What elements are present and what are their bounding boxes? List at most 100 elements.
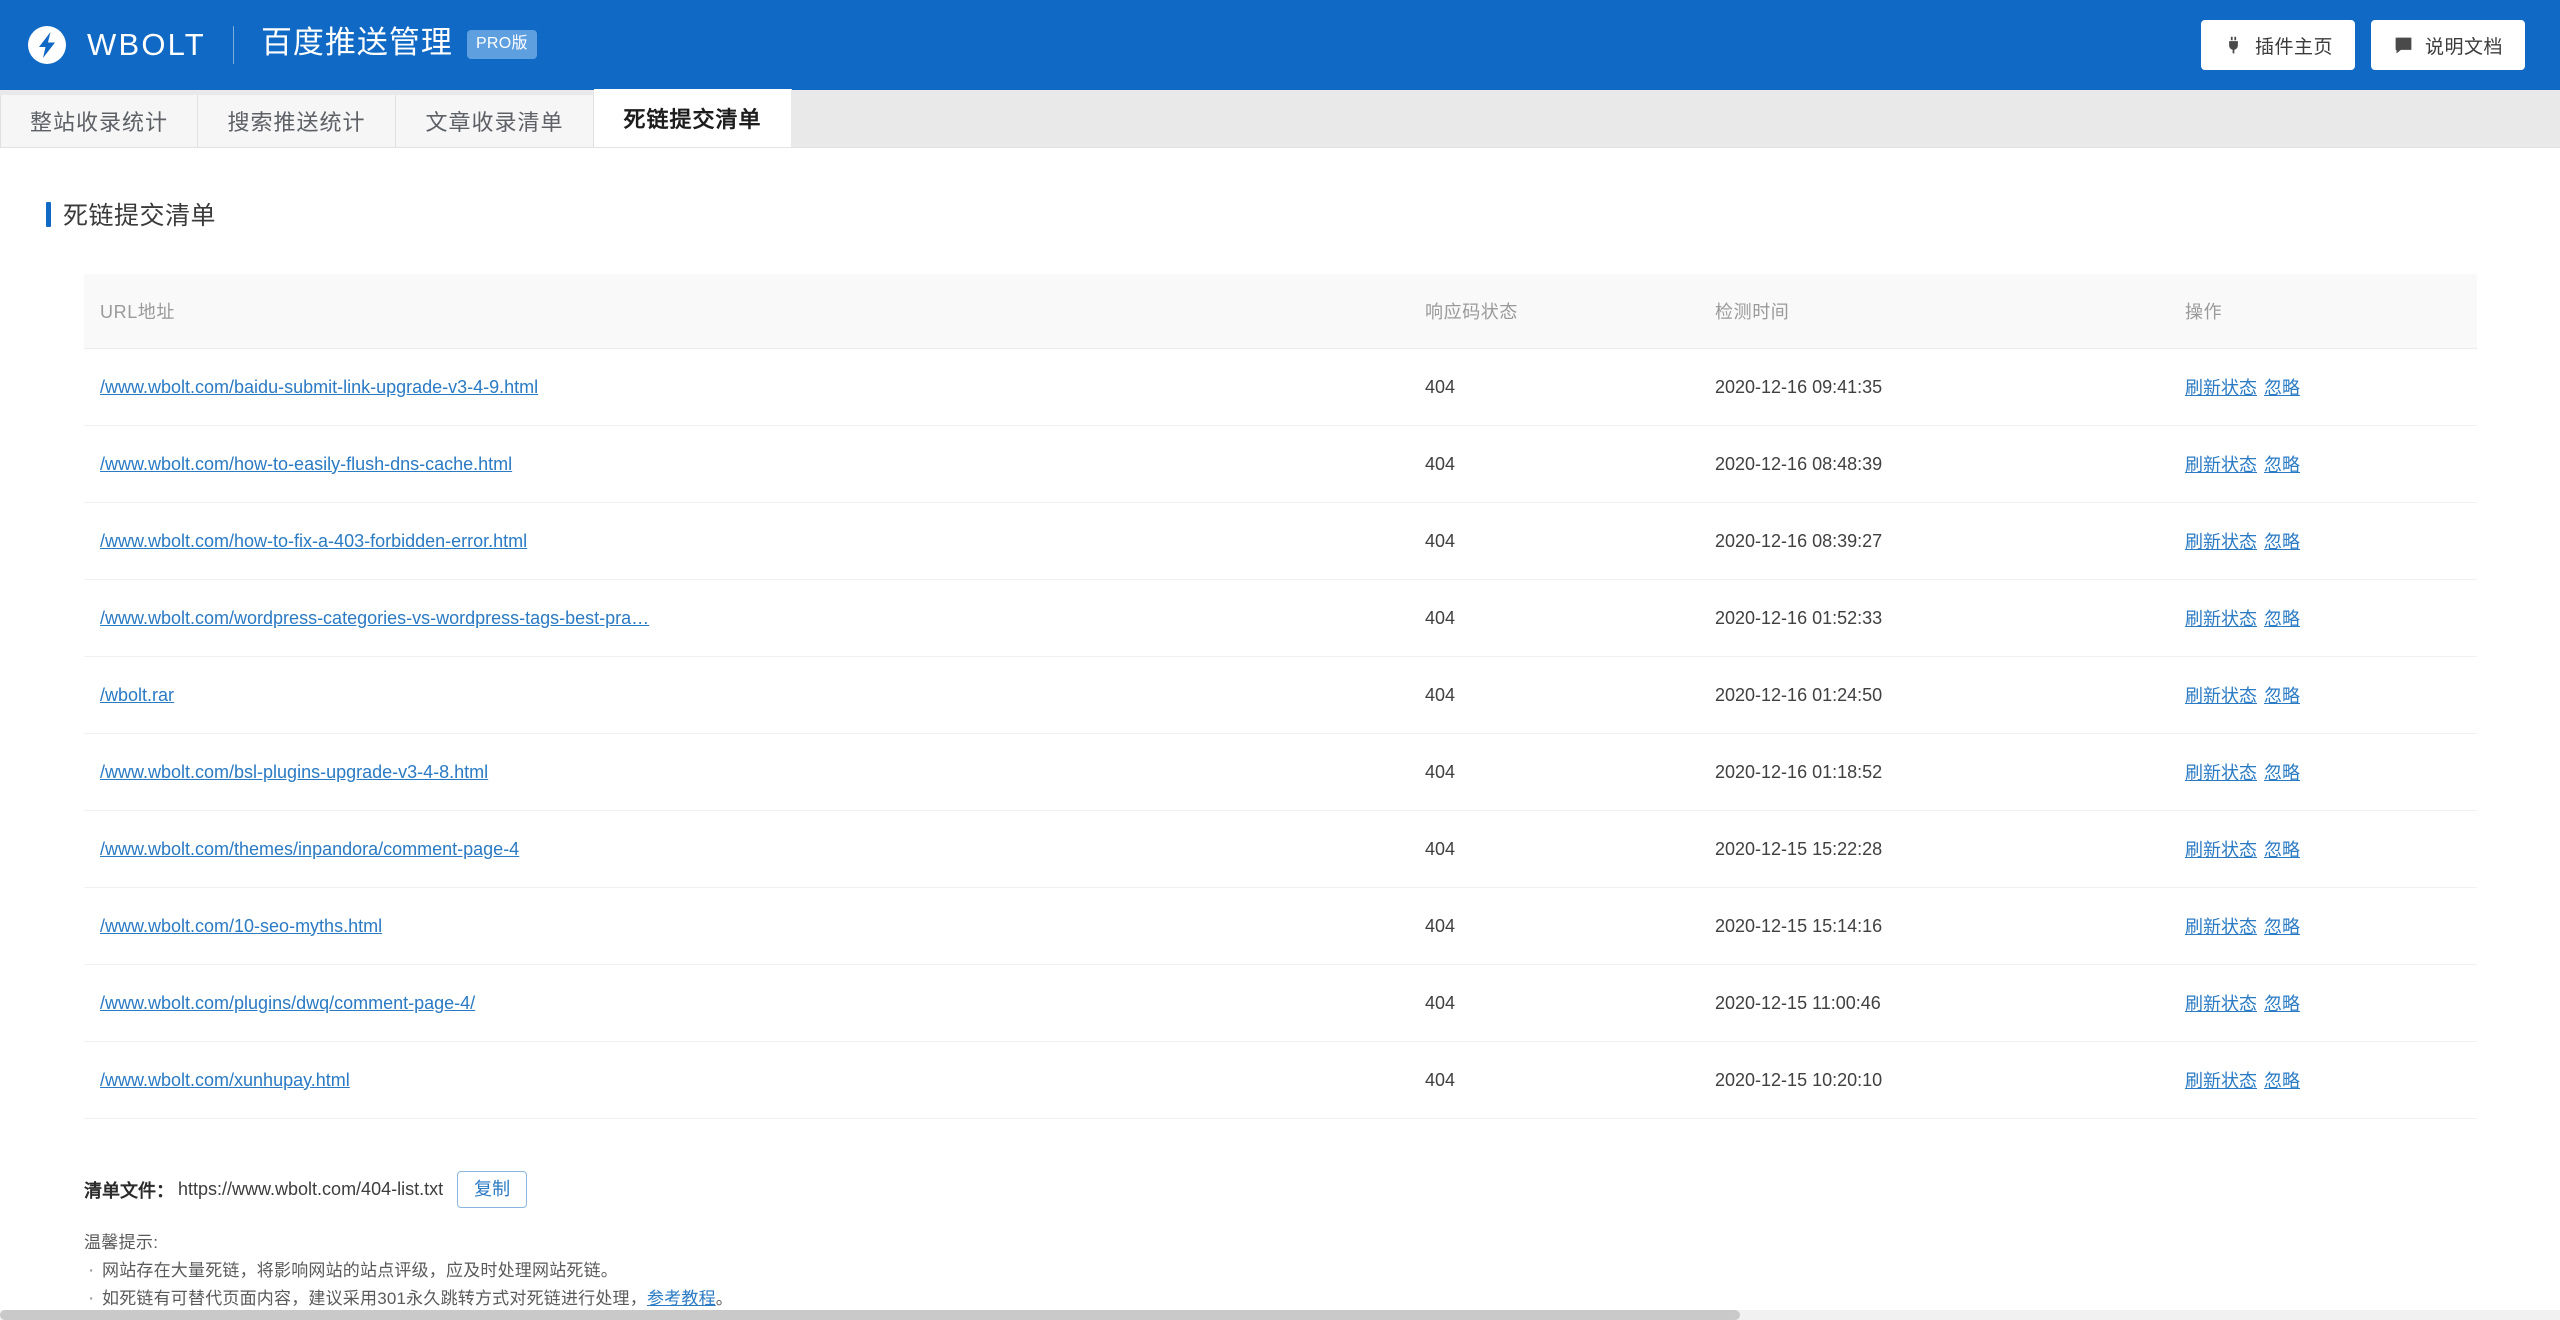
refresh-status-link[interactable]: 刷新状态 <box>2185 609 2257 629</box>
table-row: /www.wbolt.com/baidu-submit-link-upgrade… <box>84 348 2477 426</box>
scrollbar-thumb[interactable] <box>0 1310 1740 1320</box>
cell-status-code: 404 <box>1409 348 1699 426</box>
dead-links-table: URL地址 响应码状态 检测时间 操作 /www.wbolt.com/baidu… <box>84 274 2477 1119</box>
ignore-link[interactable]: 忽略 <box>2264 686 2300 706</box>
cell-url: /www.wbolt.com/wordpress-categories-vs-w… <box>84 579 1409 657</box>
url-link[interactable]: /www.wbolt.com/bsl-plugins-upgrade-v3-4-… <box>100 762 488 782</box>
table-container: URL地址 响应码状态 检测时间 操作 /www.wbolt.com/baidu… <box>0 232 2560 1119</box>
brand: WBOLT <box>24 22 206 68</box>
tab-label: 搜索推送统计 <box>227 110 366 135</box>
section-header: 死链提交清单 <box>0 148 2560 232</box>
refresh-status-link[interactable]: 刷新状态 <box>2185 532 2257 552</box>
document-icon <box>2395 37 2412 53</box>
refresh-status-link[interactable]: 刷新状态 <box>2185 686 2257 706</box>
cell-status-code: 404 <box>1409 887 1699 965</box>
cell-operations: 刷新状态 忽略 <box>2169 1041 2477 1119</box>
tab-label: 文章收录清单 <box>425 110 564 135</box>
tip-text: 如死链有可替代页面内容，建议采用301永久跳转方式对死链进行处理， <box>102 1288 647 1308</box>
url-link[interactable]: /www.wbolt.com/baidu-submit-link-upgrade… <box>100 377 538 397</box>
cell-operations: 刷新状态 忽略 <box>2169 810 2477 888</box>
cell-detect-time: 2020-12-15 10:20:10 <box>1699 1041 2169 1119</box>
cell-status-code: 404 <box>1409 656 1699 734</box>
cell-detect-time: 2020-12-16 01:18:52 <box>1699 733 2169 811</box>
ignore-link[interactable]: 忽略 <box>2264 378 2300 398</box>
pro-badge: PRO版 <box>466 29 537 59</box>
table-row: /www.wbolt.com/themes/inpandora/comment-… <box>84 810 2477 888</box>
cell-url: /www.wbolt.com/how-to-easily-flush-dns-c… <box>84 425 1409 503</box>
table-header: URL地址 响应码状态 检测时间 操作 <box>84 274 2477 349</box>
main-content: 死链提交清单 URL地址 响应码状态 检测时间 操作 /www.wbolt.co… <box>0 148 2560 1320</box>
documentation-label: 说明文档 <box>2424 36 2503 58</box>
ignore-link[interactable]: 忽略 <box>2264 763 2300 783</box>
table-row: /www.wbolt.com/how-to-easily-flush-dns-c… <box>84 425 2477 503</box>
table-row: /www.wbolt.com/10-seo-myths.html 404 2020-… <box>84 887 2477 965</box>
tab-article-index-list[interactable]: 文章收录清单 <box>396 95 594 147</box>
horizontal-scrollbar[interactable] <box>0 1310 2560 1320</box>
tip-item: 如死链有可替代页面内容，建议采用301永久跳转方式对死链进行处理，参考教程。 <box>84 1284 2560 1314</box>
ignore-link[interactable]: 忽略 <box>2264 455 2300 475</box>
ignore-link[interactable]: 忽略 <box>2264 609 2300 629</box>
column-header-status: 响应码状态 <box>1409 274 1699 349</box>
ignore-link[interactable]: 忽略 <box>2264 917 2300 937</box>
ignore-link[interactable]: 忽略 <box>2264 1071 2300 1091</box>
cell-status-code: 404 <box>1409 425 1699 503</box>
refresh-status-link[interactable]: 刷新状态 <box>2185 917 2257 937</box>
footer: 清单文件： https://www.wbolt.com/404-list.txt… <box>0 1119 2560 1320</box>
ignore-link[interactable]: 忽略 <box>2264 840 2300 860</box>
tab-label: 死链提交清单 <box>623 107 762 132</box>
url-link[interactable]: /www.wbolt.com/themes/inpandora/comment-… <box>100 839 519 859</box>
url-link[interactable]: /www.wbolt.com/how-to-fix-a-403-forbidde… <box>100 531 527 551</box>
table-body: /www.wbolt.com/baidu-submit-link-upgrade… <box>84 348 2477 1119</box>
header-divider <box>232 26 234 64</box>
wbolt-logo-icon <box>28 26 66 64</box>
cell-operations: 刷新状态 忽略 <box>2169 579 2477 657</box>
section-title: 死链提交清单 <box>63 202 217 230</box>
cell-detect-time: 2020-12-16 01:52:33 <box>1699 579 2169 657</box>
url-link[interactable]: /www.wbolt.com/plugins/dwq/comment-page-… <box>100 993 475 1013</box>
cell-status-code: 404 <box>1409 502 1699 580</box>
cell-url: /www.wbolt.com/plugins/dwq/comment-page-… <box>84 964 1409 1042</box>
tab-site-index-stats[interactable]: 整站收录统计 <box>0 95 198 147</box>
refresh-status-link[interactable]: 刷新状态 <box>2185 763 2257 783</box>
brand-name: WBOLT <box>87 26 206 62</box>
tab-label: 整站收录统计 <box>29 110 168 135</box>
refresh-status-link[interactable]: 刷新状态 <box>2185 994 2257 1014</box>
column-header-url: URL地址 <box>84 274 1409 349</box>
list-file-label: 清单文件： <box>84 1180 174 1201</box>
cell-status-code: 404 <box>1409 579 1699 657</box>
refresh-status-link[interactable]: 刷新状态 <box>2185 455 2257 475</box>
tips-block: 温馨提示: 网站存在大量死链，将影响网站的站点评级，应及时处理网站死链。如死链有… <box>84 1228 2560 1320</box>
table-row: /wbolt.rar 404 2020-12-16 01:24:50 刷新状态 忽略 <box>84 656 2477 734</box>
section-accent-bar <box>46 201 51 227</box>
ignore-link[interactable]: 忽略 <box>2264 994 2300 1014</box>
ignore-link[interactable]: 忽略 <box>2264 532 2300 552</box>
url-link[interactable]: /www.wbolt.com/wordpress-categories-vs-w… <box>100 608 649 628</box>
table-row: /www.wbolt.com/bsl-plugins-upgrade-v3-4-… <box>84 733 2477 811</box>
tab-search-push-stats[interactable]: 搜索推送统计 <box>198 95 396 147</box>
plugin-home-button[interactable]: 插件主页 <box>2200 20 2355 70</box>
refresh-status-link[interactable]: 刷新状态 <box>2185 378 2257 398</box>
tip-link[interactable]: 参考教程 <box>647 1289 716 1308</box>
cell-operations: 刷新状态 忽略 <box>2169 502 2477 580</box>
cell-url: /www.wbolt.com/bsl-plugins-upgrade-v3-4-… <box>84 733 1409 811</box>
tip-text: 网站存在大量死链，将影响网站的站点评级，应及时处理网站死链。 <box>102 1261 618 1280</box>
url-link[interactable]: /www.wbolt.com/xunhupay.html <box>100 1070 350 1090</box>
cell-detect-time: 2020-12-16 09:41:35 <box>1699 348 2169 426</box>
refresh-status-link[interactable]: 刷新状态 <box>2185 1071 2257 1091</box>
tab-dead-link-submission-list[interactable]: 死链提交清单 <box>594 89 792 147</box>
documentation-button[interactable]: 说明文档 <box>2370 20 2525 70</box>
url-link[interactable]: /www.wbolt.com/10-seo-myths.html <box>100 916 382 936</box>
cell-detect-time: 2020-12-15 11:00:46 <box>1699 964 2169 1042</box>
cell-operations: 刷新状态 忽略 <box>2169 887 2477 965</box>
cell-detect-time: 2020-12-16 01:24:50 <box>1699 656 2169 734</box>
cell-status-code: 404 <box>1409 810 1699 888</box>
table-row: /www.wbolt.com/wordpress-categories-vs-w… <box>84 579 2477 657</box>
tip-text: 。 <box>715 1288 733 1308</box>
copy-button[interactable]: 复制 <box>457 1171 528 1208</box>
refresh-status-link[interactable]: 刷新状态 <box>2185 840 2257 860</box>
cell-url: /www.wbolt.com/xunhupay.html <box>84 1041 1409 1119</box>
cell-detect-time: 2020-12-16 08:39:27 <box>1699 502 2169 580</box>
cell-detect-time: 2020-12-16 08:48:39 <box>1699 425 2169 503</box>
url-link[interactable]: /www.wbolt.com/how-to-easily-flush-dns-c… <box>100 454 512 474</box>
url-link[interactable]: /wbolt.rar <box>100 685 174 705</box>
